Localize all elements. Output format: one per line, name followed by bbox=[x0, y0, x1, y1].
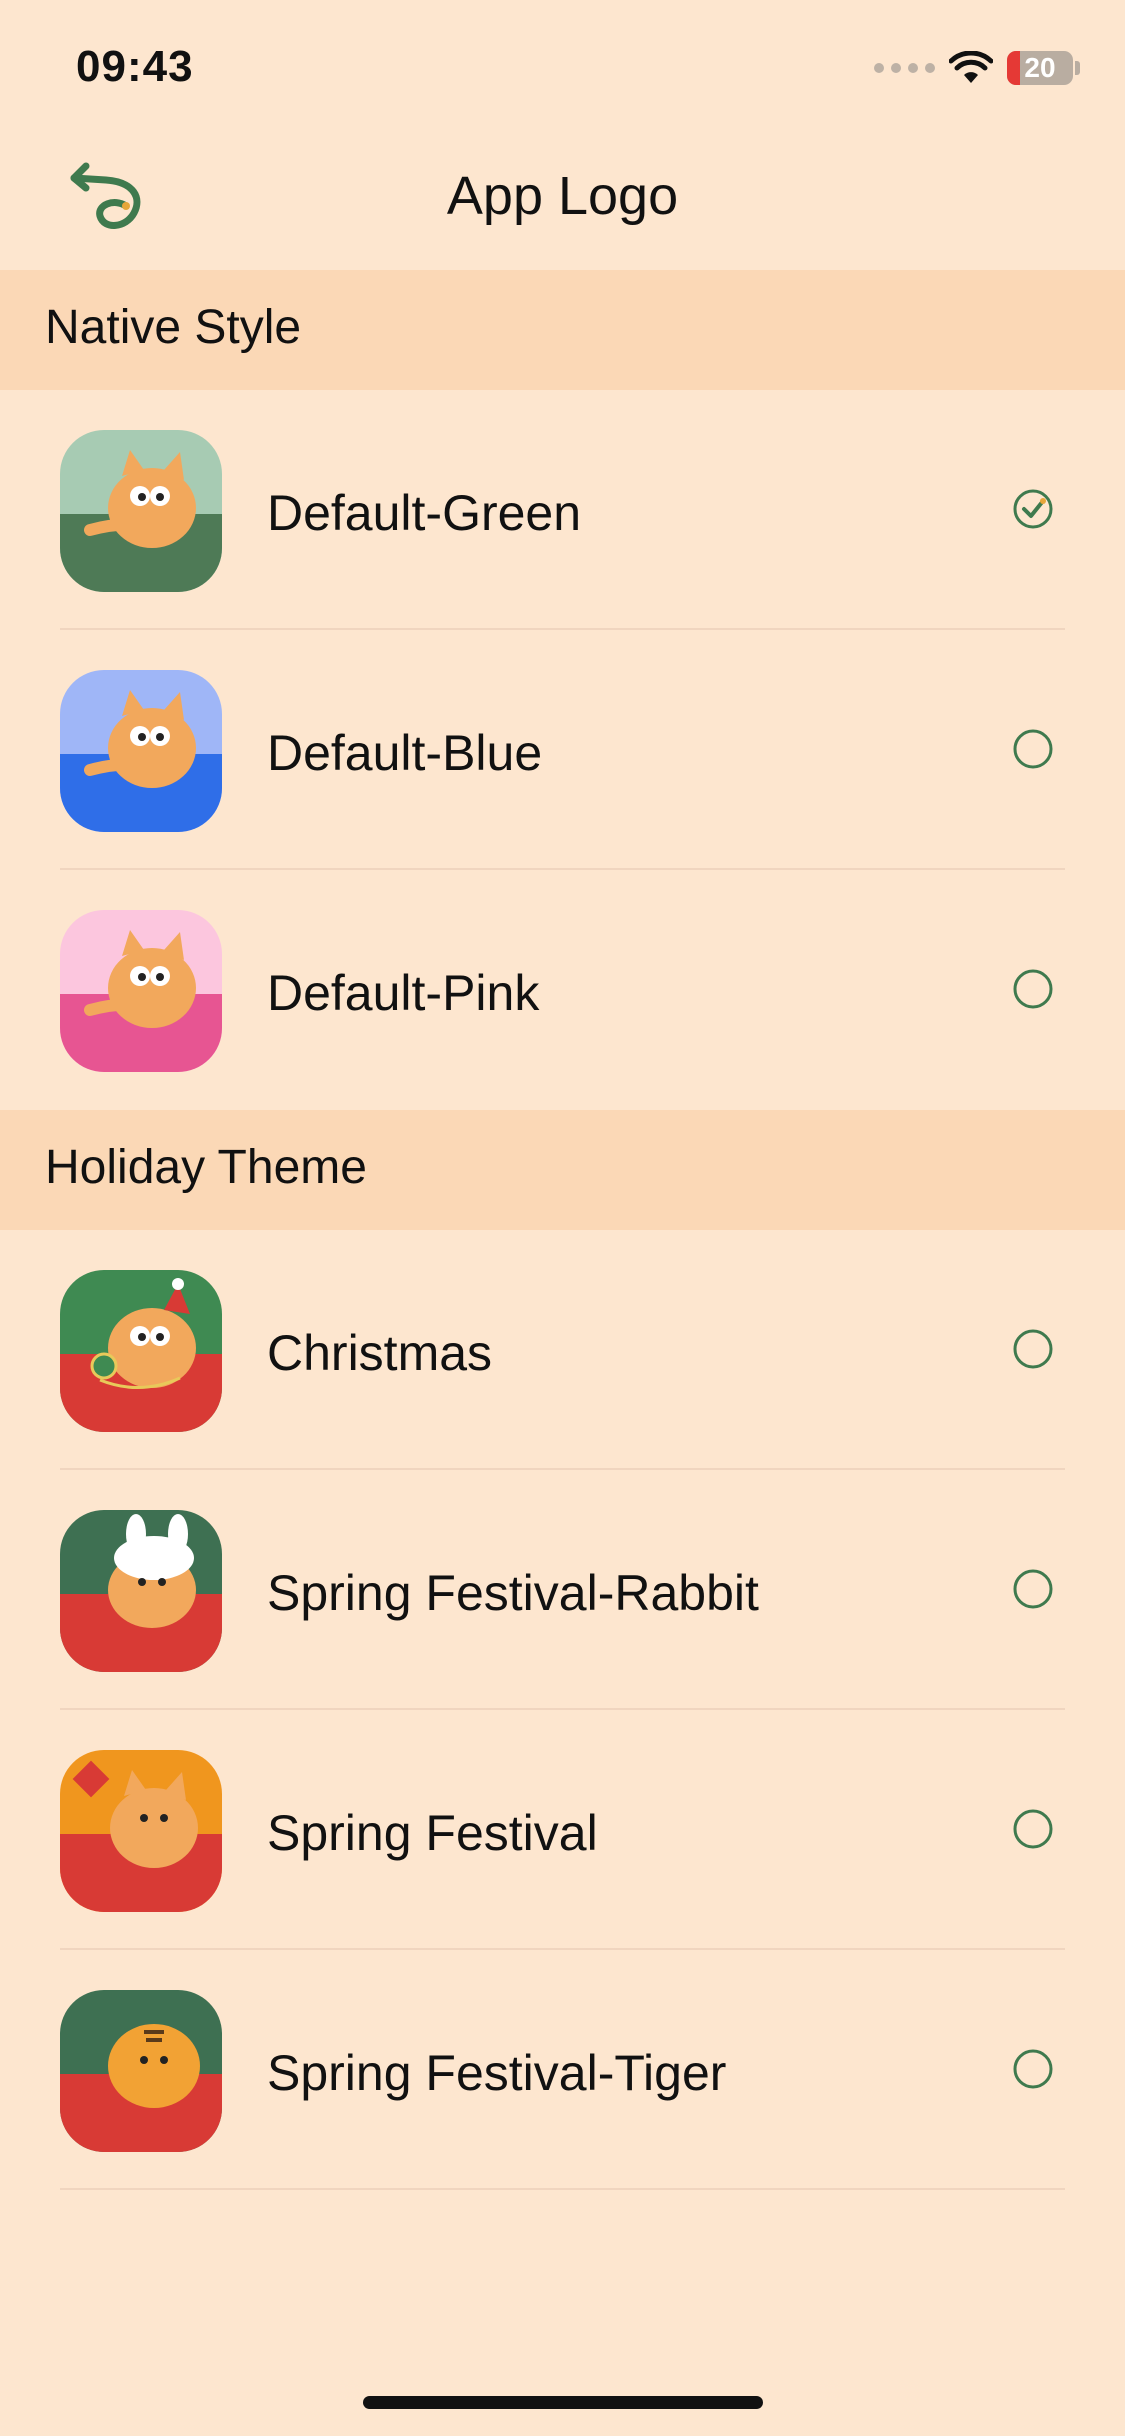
battery-level: 20 bbox=[1024, 52, 1056, 83]
app-icon-spring-festival-tiger bbox=[60, 1990, 222, 2152]
nav-bar: App Logo bbox=[0, 130, 1125, 270]
status-time: 09:43 bbox=[76, 42, 194, 91]
app-icon-spring-festival bbox=[60, 1750, 222, 1912]
radio-icon[interactable] bbox=[1012, 1328, 1054, 1370]
logo-option-label: Default-Pink bbox=[267, 965, 540, 1021]
status-bar: 09:43 20 bbox=[0, 0, 1125, 130]
section-title: Holiday Theme bbox=[45, 1141, 367, 1194]
battery-icon: 20 bbox=[1007, 51, 1073, 85]
home-indicator[interactable] bbox=[363, 2396, 763, 2409]
logo-option-label: Default-Blue bbox=[267, 725, 543, 781]
checked-radio-icon[interactable] bbox=[1012, 488, 1054, 530]
status-icons: 20 bbox=[874, 48, 1080, 88]
logo-option-label: Spring Festival-Tiger bbox=[267, 2045, 727, 2101]
logo-option-spring-festival[interactable]: Spring Festival bbox=[0, 1710, 1125, 1950]
logo-option-label: Default-Green bbox=[267, 485, 582, 541]
app-icon-spring-festival-rabbit bbox=[60, 1510, 222, 1672]
section-header-native-style: Native Style bbox=[0, 270, 1125, 390]
logo-option-default-green[interactable]: Default-Green bbox=[0, 390, 1125, 630]
radio-icon[interactable] bbox=[1012, 1808, 1054, 1850]
section-header-holiday-theme: Holiday Theme bbox=[0, 1110, 1125, 1230]
section-title: Native Style bbox=[45, 301, 302, 354]
logo-option-christmas[interactable]: Christmas bbox=[0, 1230, 1125, 1470]
logo-option-spring-festival-rabbit[interactable]: Spring Festival-Rabbit bbox=[0, 1470, 1125, 1710]
app-icon-christmas bbox=[60, 1270, 222, 1432]
radio-icon[interactable] bbox=[1012, 1568, 1054, 1610]
logo-option-spring-festival-tiger[interactable]: Spring Festival-Tiger bbox=[0, 1950, 1125, 2190]
logo-option-label: Spring Festival bbox=[267, 1805, 598, 1861]
page-title: App Logo bbox=[446, 166, 679, 226]
app-icon-default-blue bbox=[60, 670, 222, 832]
logo-option-label: Christmas bbox=[267, 1325, 493, 1381]
logo-option-default-blue[interactable]: Default-Blue bbox=[0, 630, 1125, 870]
radio-icon[interactable] bbox=[1012, 968, 1054, 1010]
radio-icon[interactable] bbox=[1012, 728, 1054, 770]
logo-option-default-pink[interactable]: Default-Pink bbox=[0, 870, 1125, 1110]
battery-tip bbox=[1075, 61, 1080, 75]
signal-dots-icon bbox=[874, 63, 935, 73]
app-icon-default-pink bbox=[60, 910, 222, 1072]
logo-option-label: Spring Festival-Rabbit bbox=[267, 1565, 759, 1621]
app-icon-default-green bbox=[60, 430, 222, 592]
divider bbox=[60, 2188, 1065, 2190]
wifi-icon bbox=[949, 51, 993, 83]
radio-icon[interactable] bbox=[1012, 2048, 1054, 2090]
